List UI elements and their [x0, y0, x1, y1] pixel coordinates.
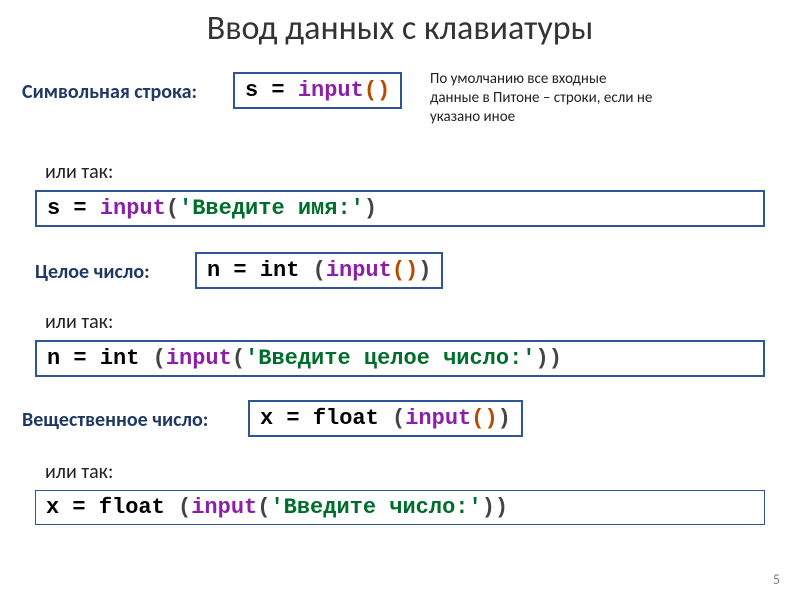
code-s-input-prompt: s = input('Введите имя:') [35, 190, 765, 227]
note-default-strings: По умолчанию все входные данные в Питоне… [430, 70, 655, 126]
code-x-float: x = float (input()) [248, 400, 523, 437]
code-text [379, 406, 392, 431]
slide: Ввод данных с клавиатуры Символьная стро… [0, 0, 800, 600]
code-s-input: s = input() [233, 72, 402, 109]
code-text: ( [392, 406, 405, 431]
code-text: ( [232, 346, 245, 371]
label-or-2: или так: [45, 310, 113, 334]
code-n-int-prompt: n = int (input('Введите целое число:')) [35, 340, 765, 377]
code-text: ( [471, 406, 484, 431]
code-text: ) [549, 346, 562, 371]
code-n-int: n = int (input()) [195, 252, 443, 289]
code-text: ) [482, 495, 495, 520]
code-text: int [100, 346, 140, 371]
code-text: ( [153, 346, 166, 371]
code-text: ) [536, 346, 549, 371]
code-text: 'Введите имя:' [179, 196, 364, 221]
code-text: ( [364, 78, 377, 103]
code-text: ( [313, 258, 326, 283]
code-text: n = [207, 258, 260, 283]
page-number: 5 [773, 571, 780, 588]
code-text: x = [260, 406, 313, 431]
code-text: ) [405, 258, 418, 283]
label-float: Вещественное число: [22, 408, 208, 432]
page-title: Ввод данных с клавиатуры [0, 0, 800, 49]
code-text: ) [377, 78, 390, 103]
code-text: x = [46, 495, 99, 520]
code-text: input [298, 78, 364, 103]
code-text: input [405, 406, 471, 431]
code-text: n = [47, 346, 100, 371]
code-text: input [191, 495, 257, 520]
code-text [299, 258, 312, 283]
label-string: Символьная строка: [22, 80, 197, 104]
code-text: ( [178, 495, 191, 520]
code-text: int [260, 258, 300, 283]
code-text: input [100, 196, 166, 221]
code-text: ( [392, 258, 405, 283]
code-text: ) [364, 196, 377, 221]
code-text: float [99, 495, 165, 520]
code-text: ) [498, 406, 511, 431]
code-text: s = [47, 196, 100, 221]
label-or-3: или так: [45, 460, 113, 484]
code-text: input [326, 258, 392, 283]
code-text: ( [166, 196, 179, 221]
code-text: float [313, 406, 379, 431]
code-text: ( [257, 495, 270, 520]
code-text [139, 346, 152, 371]
code-text: input [166, 346, 232, 371]
label-or-1: или так: [45, 160, 113, 184]
label-int: Целое число: [35, 260, 150, 284]
code-text: s = [245, 78, 298, 103]
code-text: 'Введите целое число:' [245, 346, 535, 371]
code-text: ) [484, 406, 497, 431]
code-x-float-prompt: x = float (input('Введите число:')) [35, 490, 765, 525]
code-text: 'Введите число:' [270, 495, 481, 520]
code-text [165, 495, 178, 520]
code-text: ) [418, 258, 431, 283]
code-text: ) [495, 495, 508, 520]
